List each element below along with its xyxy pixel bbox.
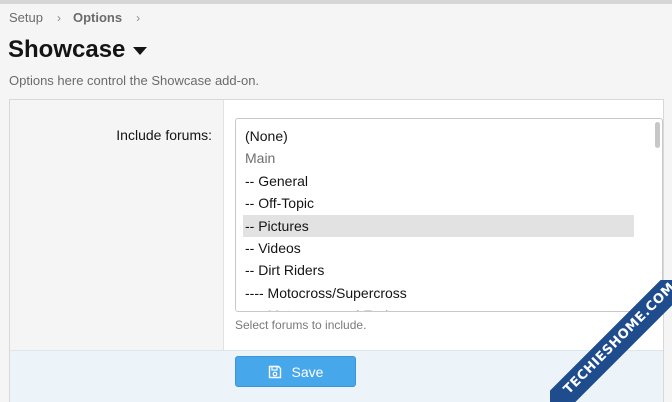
breadcrumb-item-setup[interactable]: Setup bbox=[9, 10, 43, 25]
breadcrumb: Setup › Options › bbox=[9, 10, 152, 25]
forum-option[interactable]: -- Off-Topic bbox=[236, 192, 646, 214]
forum-option[interactable]: (None) bbox=[236, 125, 646, 147]
scrollbar-thumb[interactable] bbox=[655, 122, 660, 148]
chevron-right-icon: › bbox=[136, 10, 141, 25]
save-icon bbox=[268, 365, 281, 378]
chevron-right-icon: › bbox=[56, 10, 61, 25]
include-forums-help: Select forums to include. bbox=[235, 318, 367, 332]
page-description: Options here control the Showcase add-on… bbox=[9, 73, 260, 88]
forum-option[interactable]: -- General bbox=[236, 170, 646, 192]
forum-option[interactable]: -- Videos bbox=[236, 237, 646, 259]
page-title: Showcase bbox=[8, 36, 126, 63]
save-button-label: Save bbox=[291, 363, 324, 380]
label-column: Include forums: bbox=[10, 100, 224, 350]
forum-option[interactable]: -- Pictures bbox=[243, 214, 634, 237]
caret-down-icon[interactable] bbox=[133, 47, 148, 55]
watermark-logo: TECHIESHOME.COM bbox=[550, 280, 672, 402]
forum-option[interactable]: -- Dirt Riders bbox=[236, 259, 646, 281]
save-button[interactable]: Save bbox=[235, 356, 356, 387]
title-row[interactable]: Showcase bbox=[8, 36, 148, 64]
breadcrumb-item-options[interactable]: Options bbox=[73, 10, 122, 25]
forum-group-label: Main bbox=[245, 150, 276, 167]
top-bar bbox=[0, 0, 672, 4]
include-forums-label: Include forums: bbox=[116, 127, 212, 143]
watermark-text: TECHIESHOME.COM bbox=[550, 280, 672, 402]
